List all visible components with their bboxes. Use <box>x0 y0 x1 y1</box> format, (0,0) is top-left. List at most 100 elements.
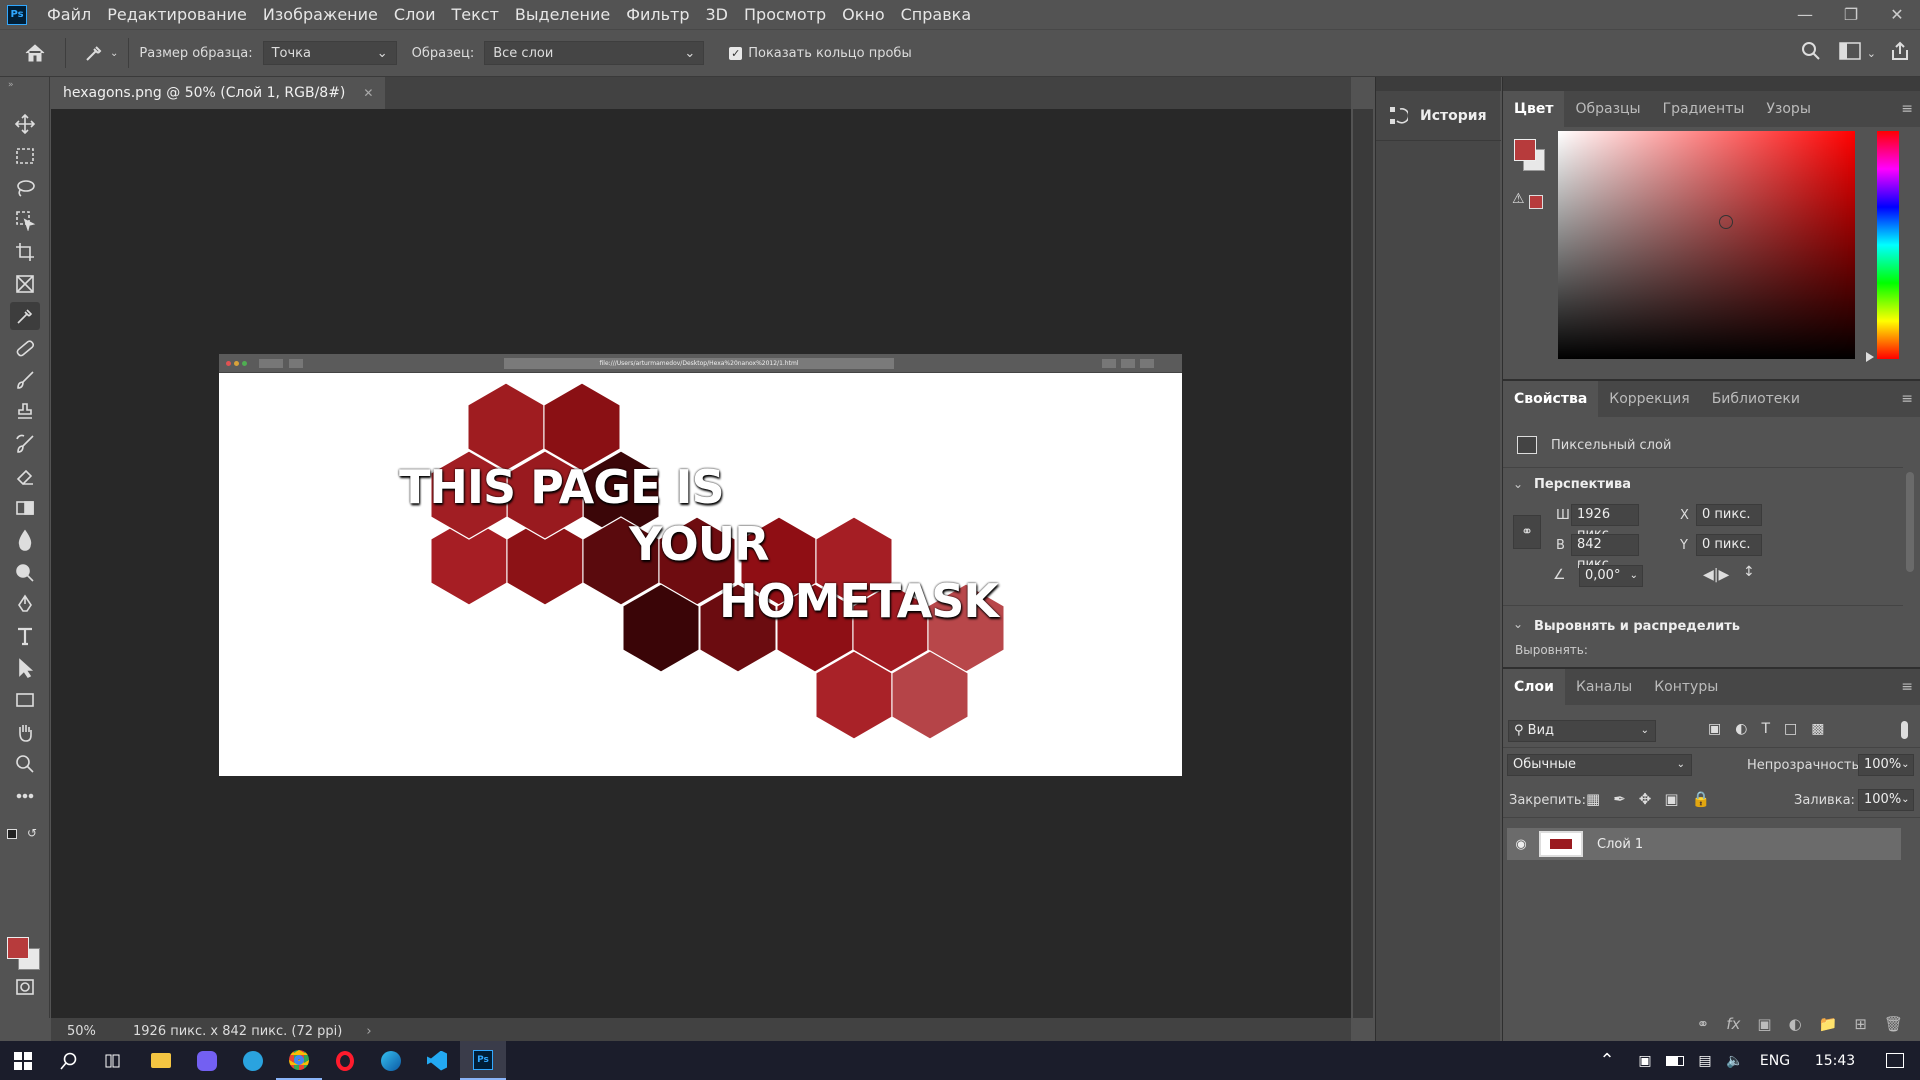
tab-properties[interactable]: Свойства <box>1503 381 1599 417</box>
eyedropper-tool-icon[interactable] <box>10 302 40 330</box>
marquee-tool-icon[interactable] <box>10 142 40 170</box>
zoom-level[interactable]: 50% <box>67 1024 123 1039</box>
trash-icon[interactable]: 🗑 <box>1884 1015 1903 1033</box>
history-brush-tool-icon[interactable] <box>10 430 40 458</box>
color-picker-ring[interactable] <box>1719 215 1733 229</box>
default-colors-icon[interactable] <box>7 829 17 839</box>
tab-patterns[interactable]: Узоры <box>1755 91 1821 127</box>
lock-artboard-icon[interactable]: ▣ <box>1664 790 1678 808</box>
adjustment-layer-icon[interactable]: ◐ <box>1789 1015 1802 1033</box>
hue-slider[interactable] <box>1877 131 1899 359</box>
fill-input[interactable]: 100% ⌄ <box>1858 789 1914 811</box>
link-dimensions-icon[interactable]: ⚭ <box>1513 515 1541 549</box>
viber-icon[interactable] <box>184 1041 230 1080</box>
height-input[interactable]: 842 пикс. <box>1571 534 1639 572</box>
photoshop-taskbar-icon[interactable]: Ps <box>460 1041 506 1080</box>
tab-paths[interactable]: Контуры <box>1643 669 1729 705</box>
width-input[interactable]: 1926 пикс <box>1571 504 1639 542</box>
filter-toggle[interactable] <box>1901 721 1908 739</box>
opera-icon[interactable] <box>322 1041 368 1080</box>
panel-grip[interactable] <box>1376 77 1501 91</box>
fx-icon[interactable]: fx <box>1726 1015 1740 1033</box>
more-tools-icon[interactable] <box>10 782 40 810</box>
language-indicator[interactable]: ENG <box>1750 1041 1800 1080</box>
file-explorer-icon[interactable] <box>138 1041 184 1080</box>
x-input[interactable]: 0 пикс. <box>1696 504 1762 526</box>
swap-colors-icon[interactable]: ↺ <box>27 826 37 840</box>
eraser-tool-icon[interactable] <box>10 462 40 490</box>
restore-button[interactable]: ❐ <box>1828 0 1874 29</box>
close-button[interactable]: ✕ <box>1874 0 1920 29</box>
add-mask-icon[interactable]: ▣ <box>1757 1015 1771 1033</box>
object-select-tool-icon[interactable] <box>10 206 40 234</box>
telegram-icon[interactable] <box>230 1041 276 1080</box>
foreground-color-swatch[interactable] <box>7 937 29 959</box>
lock-all-icon[interactable]: 🔒 <box>1692 790 1711 808</box>
sample-size-select[interactable]: Точка ⌄ <box>262 41 397 65</box>
angle-input[interactable]: 0,00° ⌄ <box>1579 565 1643 587</box>
chevron-down-icon[interactable]: ⌄ <box>1513 617 1523 631</box>
crop-tool-icon[interactable] <box>10 238 40 266</box>
panel-menu-icon[interactable]: ≡ <box>1901 679 1913 695</box>
flip-horizontal-icon[interactable]: ◀|▶ <box>1703 567 1729 583</box>
menu-filter[interactable]: Фильтр <box>618 0 697 29</box>
menu-select[interactable]: Выделение <box>507 0 618 29</box>
notifications-icon[interactable] <box>1870 1041 1920 1080</box>
workspace-icon[interactable] <box>1839 42 1861 64</box>
clock[interactable]: 15:43 <box>1800 1041 1870 1080</box>
menu-type[interactable]: Текст <box>443 0 506 29</box>
lock-position-icon[interactable]: ✥ <box>1639 790 1652 808</box>
menu-window[interactable]: Окно <box>834 0 893 29</box>
frame-tool-icon[interactable] <box>10 270 40 298</box>
home-icon[interactable] <box>15 43 55 63</box>
menu-edit[interactable]: Редактирование <box>99 0 255 29</box>
blur-tool-icon[interactable] <box>10 526 40 554</box>
y-input[interactable]: 0 пикс. <box>1696 534 1762 556</box>
filter-pixel-icon[interactable]: ▣ <box>1708 721 1721 737</box>
align-section-label[interactable]: Выровнять и распределить <box>1534 619 1740 634</box>
fg-color-chip[interactable] <box>1514 139 1536 161</box>
menu-file[interactable]: Файл <box>39 0 99 29</box>
lock-pixels-icon[interactable]: ✒ <box>1613 790 1626 808</box>
link-layers-icon[interactable]: ⚭ <box>1697 1015 1710 1033</box>
gradient-tool-icon[interactable] <box>10 494 40 522</box>
search-icon[interactable] <box>1801 41 1821 65</box>
eye-icon[interactable]: ◉ <box>1507 837 1535 852</box>
show-ring-checkbox[interactable]: ✓ <box>729 46 743 60</box>
vscode-icon[interactable] <box>414 1041 460 1080</box>
share-icon[interactable] <box>1890 41 1910 65</box>
lasso-tool-icon[interactable] <box>10 174 40 202</box>
clone-stamp-tool-icon[interactable] <box>10 398 40 426</box>
filter-type-icon[interactable]: T <box>1761 721 1770 737</box>
filter-adjustment-icon[interactable]: ◐ <box>1735 721 1747 737</box>
path-selection-tool-icon[interactable] <box>10 654 40 682</box>
brush-tool-icon[interactable] <box>10 366 40 394</box>
panel-menu-icon[interactable]: ≡ <box>1901 391 1913 407</box>
tab-libraries[interactable]: Библиотеки <box>1701 381 1811 417</box>
chevron-up-icon[interactable]: ⌃ <box>1584 1041 1630 1080</box>
eyedropper-preset-icon[interactable]: ⌄ <box>84 43 118 63</box>
battery-icon[interactable] <box>1660 1041 1690 1080</box>
speaker-icon[interactable]: 🔈 <box>1720 1041 1750 1080</box>
lock-transparency-icon[interactable]: ▦ <box>1586 790 1600 808</box>
rectangle-tool-icon[interactable] <box>10 686 40 714</box>
image-canvas[interactable]: file:///Users/arturmamedov/Desktop/Hexa%… <box>219 354 1182 776</box>
filter-smart-object-icon[interactable]: ▩ <box>1811 721 1824 737</box>
minimize-button[interactable]: — <box>1782 0 1828 29</box>
hand-tool-icon[interactable] <box>10 718 40 746</box>
blend-mode-select[interactable]: Обычные ⌄ <box>1507 754 1692 776</box>
flip-vertical-icon[interactable]: ↕ <box>1743 564 1755 580</box>
tab-channels[interactable]: Каналы <box>1565 669 1643 705</box>
menu-view[interactable]: Просмотр <box>736 0 834 29</box>
color-field[interactable] <box>1558 131 1855 359</box>
search-icon[interactable] <box>46 1041 92 1080</box>
new-group-icon[interactable]: 📁 <box>1819 1015 1838 1033</box>
task-view-icon[interactable] <box>92 1041 138 1080</box>
history-panel-button[interactable]: История <box>1388 105 1487 127</box>
filter-shape-icon[interactable]: □ <box>1784 721 1797 737</box>
tab-color[interactable]: Цвет <box>1503 91 1565 127</box>
layer-filter-select[interactable]: ⚲ Вид ⌄ <box>1508 720 1656 742</box>
panel-menu-icon[interactable]: ≡ <box>1901 101 1913 117</box>
healing-brush-tool-icon[interactable] <box>10 334 40 362</box>
collapse-icon[interactable]: » <box>8 80 14 90</box>
